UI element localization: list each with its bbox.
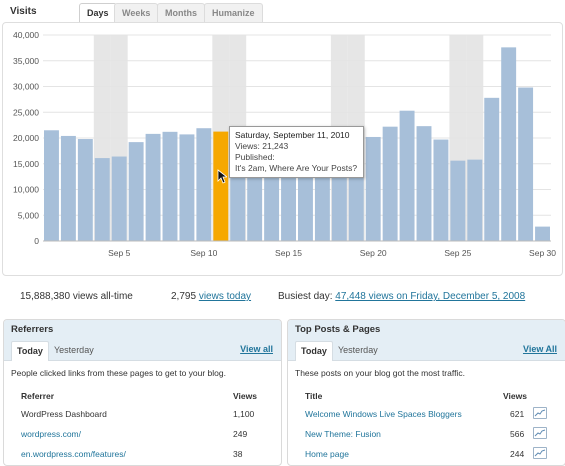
bar <box>145 133 161 241</box>
bar-tooltip: Saturday, September 11, 2010 Views: 21,2… <box>229 126 364 178</box>
bar <box>94 158 110 241</box>
tab-weeks[interactable]: Weeks <box>114 3 159 23</box>
bar <box>484 97 500 241</box>
referrers-tab-yesterday[interactable]: Yesterday <box>49 341 99 359</box>
top-posts-tab-yesterday[interactable]: Yesterday <box>333 341 383 359</box>
tooltip-date: Saturday, September 11, 2010 <box>235 130 350 140</box>
y-tick-label: 15,000 <box>13 159 39 169</box>
referrer-link[interactable]: wordpress.com/ <box>21 429 81 439</box>
bar <box>433 139 449 241</box>
visits-title: Visits <box>10 6 37 17</box>
top-posts-title: Top Posts & Pages <box>295 324 381 335</box>
table-row: Welcome Windows Live Spaces Bloggers 621 <box>288 407 565 427</box>
post-views: 244 <box>510 449 525 459</box>
x-tick-label: Sep 5 <box>108 248 130 258</box>
tab-humanize[interactable]: Humanize <box>204 3 263 23</box>
title-column-header: Title <box>305 391 323 401</box>
x-tick-label: Sep 20 <box>360 248 387 258</box>
bar <box>162 131 178 241</box>
y-tick-label: 0 <box>34 236 39 246</box>
y-tick-label: 40,000 <box>13 30 39 40</box>
post-title-link[interactable]: Welcome Windows Live Spaces Bloggers <box>305 409 462 419</box>
y-tick-label: 5,000 <box>18 210 40 220</box>
tab-days[interactable]: Days <box>79 3 117 23</box>
bar <box>77 139 93 241</box>
sparkline-icon[interactable] <box>533 447 547 459</box>
table-row: New Theme: Fusion 566 <box>288 427 565 447</box>
y-tick-label: 25,000 <box>13 107 39 117</box>
post-views: 621 <box>510 409 525 419</box>
bar <box>128 142 144 241</box>
referrer-column-header: Referrer <box>21 391 55 401</box>
mouse-cursor-icon <box>217 169 227 184</box>
sparkline-icon[interactable] <box>533 407 547 419</box>
bar <box>111 156 127 241</box>
referrer-views-column-header: Views <box>233 391 257 401</box>
y-tick-label: 10,000 <box>13 185 39 195</box>
sparkline-icon[interactable] <box>533 427 547 439</box>
bar <box>450 160 466 241</box>
views-today-link[interactable]: views today <box>199 291 251 302</box>
referrers-view-all-link[interactable]: View all <box>240 344 273 354</box>
y-tick-label: 30,000 <box>13 82 39 92</box>
stats-summary: 15,888,380 views all-time 2,795 views to… <box>0 288 565 308</box>
top-posts-view-all-link[interactable]: View All <box>523 344 557 354</box>
bar <box>535 226 550 241</box>
referrers-header: Referrers Today Yesterday View all <box>4 320 281 361</box>
bar <box>501 47 517 241</box>
referrers-tab-today[interactable]: Today <box>11 341 49 361</box>
tooltip-views: Views: 21,243 <box>235 141 289 151</box>
referrer-views: 38 <box>233 449 243 459</box>
post-views: 566 <box>510 429 525 439</box>
bar <box>518 87 534 241</box>
post-title-link[interactable]: Home page <box>305 449 349 459</box>
all-time-views: 15,888,380 views all-time <box>20 291 133 302</box>
top-posts-header: Top Posts & Pages Today Yesterday View A… <box>288 320 565 361</box>
bar <box>382 126 398 241</box>
bar <box>60 135 76 241</box>
referrer-views: 1,100 <box>233 409 255 419</box>
bar <box>365 136 381 241</box>
top-posts-panel: Top Posts & Pages Today Yesterday View A… <box>287 319 565 466</box>
tooltip-post: It's 2am, Where Are Your Posts? <box>235 163 358 173</box>
referrer-link[interactable]: en.wordpress.com/features/ <box>21 449 126 459</box>
referrer-name: WordPress Dashboard <box>21 409 107 419</box>
chart-tab-bar: Visits Days Weeks Months Humanize <box>0 0 565 24</box>
x-tick-label: Sep 10 <box>190 248 217 258</box>
bar <box>416 126 432 241</box>
tab-months[interactable]: Months <box>157 3 205 23</box>
referrer-views: 249 <box>233 429 248 439</box>
referrers-description: People clicked links from these pages to… <box>11 368 226 378</box>
bar <box>44 130 59 241</box>
post-views-column-header: Views <box>503 391 527 401</box>
busiest-day-label: Busiest day: <box>278 291 333 302</box>
top-posts-description: These posts on your blog got the most tr… <box>295 368 465 378</box>
bar <box>179 134 195 241</box>
bar <box>196 128 212 241</box>
x-tick-label: Sep 30 <box>529 248 556 258</box>
y-tick-label: 20,000 <box>13 133 39 143</box>
bar <box>399 110 415 241</box>
referrers-title: Referrers <box>11 324 54 335</box>
x-tick-label: Sep 25 <box>444 248 471 258</box>
referrers-panel: Referrers Today Yesterday View all Peopl… <box>3 319 282 466</box>
today-views-count: 2,795 <box>171 291 197 302</box>
x-tick-label: Sep 15 <box>275 248 302 258</box>
table-row: wordpress.com/ 249 <box>4 429 281 447</box>
table-row: WordPress Dashboard 1,100 <box>4 409 281 427</box>
top-posts-tab-today[interactable]: Today <box>295 341 333 361</box>
y-tick-label: 35,000 <box>13 56 39 66</box>
highlighted-bar <box>213 131 229 241</box>
post-title-link[interactable]: New Theme: Fusion <box>305 429 381 439</box>
bar <box>467 159 483 241</box>
table-row: en.wordpress.com/features/ 38 <box>4 449 281 465</box>
busiest-day-link[interactable]: 47,448 views on Friday, December 5, 2008 <box>335 291 525 302</box>
tooltip-published: Published: <box>235 152 275 162</box>
table-row: Home page 244 <box>288 447 565 465</box>
